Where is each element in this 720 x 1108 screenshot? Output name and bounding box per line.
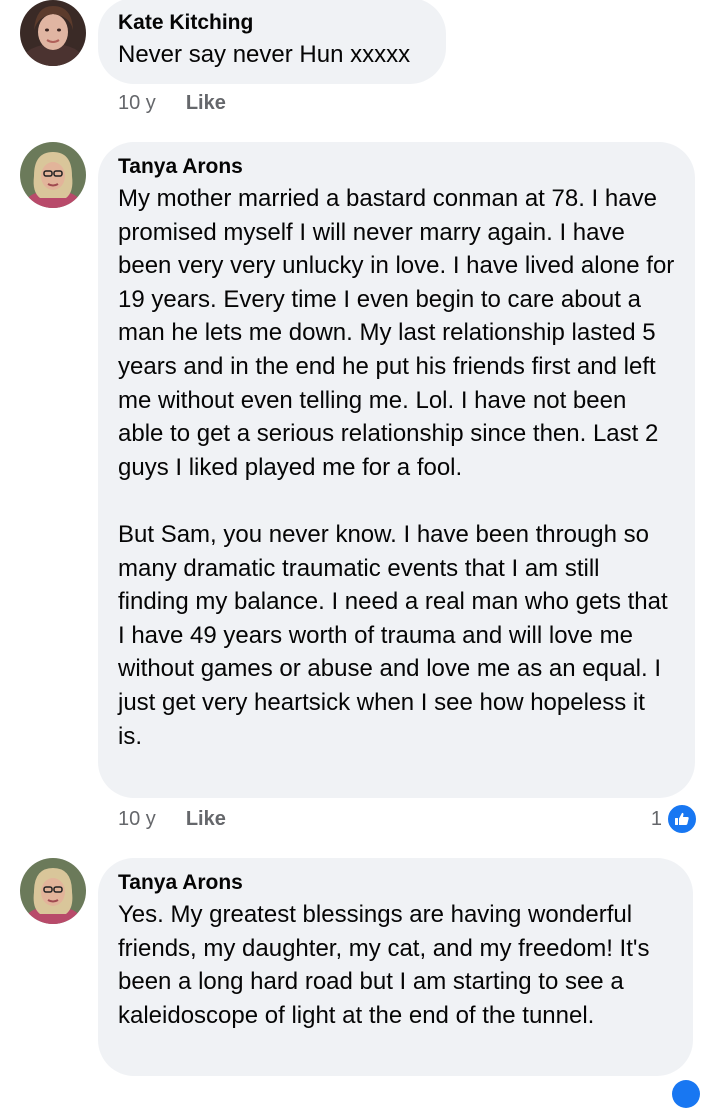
comment-text: Never say never Hun xxxxx	[118, 38, 426, 72]
comment-text: My mother married a bastard conman at 78…	[118, 182, 675, 753]
comment-text: Yes. My greatest blessings are having wo…	[118, 898, 673, 1032]
comment-paragraph: But Sam, you never know. I have been thr…	[118, 520, 668, 750]
avatar[interactable]	[20, 858, 86, 924]
thumbs-up-icon	[672, 1080, 700, 1108]
comment-bubble: Tanya Arons My mother married a bastard …	[98, 142, 695, 798]
reaction-summary[interactable]: 1	[651, 803, 698, 835]
comment-meta: 10 y Like	[118, 808, 226, 831]
comment-paragraph: My mother married a bastard conman at 78…	[118, 185, 675, 481]
comment-paragraph: Yes. My greatest blessings are having wo…	[118, 901, 650, 1029]
like-button[interactable]: Like	[186, 92, 226, 115]
comment-author[interactable]: Tanya Arons	[118, 870, 673, 896]
comment-timestamp[interactable]: 10 y	[118, 92, 156, 115]
avatar-photo-icon	[20, 858, 86, 924]
comment-bubble: Tanya Arons Yes. My greatest blessings a…	[98, 858, 693, 1076]
like-button[interactable]: Like	[186, 808, 226, 831]
comment-bubble: Kate Kitching Never say never Hun xxxxx	[98, 0, 446, 84]
avatar-photo-icon	[20, 0, 86, 66]
avatar-photo-icon	[20, 142, 86, 208]
comment-meta: 10 y Like	[118, 92, 226, 115]
reaction-count: 1	[650, 807, 662, 830]
comment-author[interactable]: Kate Kitching	[118, 10, 426, 36]
comment-author[interactable]: Tanya Arons	[118, 154, 675, 180]
comment-timestamp[interactable]: 10 y	[118, 808, 156, 831]
thumbs-up-icon	[666, 803, 698, 835]
comment-paragraph: Never say never Hun xxxxx	[118, 41, 411, 68]
avatar[interactable]	[20, 0, 86, 66]
avatar[interactable]	[20, 142, 86, 208]
